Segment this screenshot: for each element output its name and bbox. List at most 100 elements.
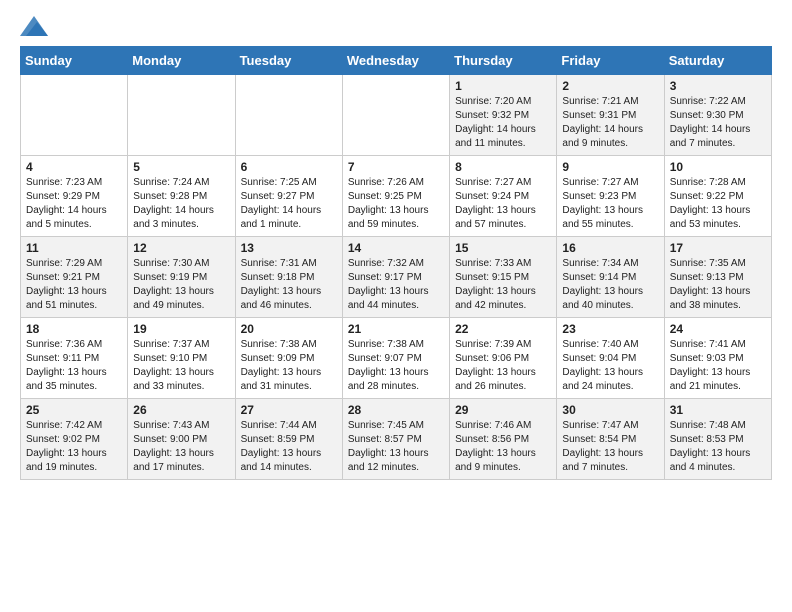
day-number: 16 bbox=[562, 241, 658, 255]
day-info: Sunrise: 7:27 AM Sunset: 9:24 PM Dayligh… bbox=[455, 176, 551, 232]
day-info: Sunrise: 7:45 AM Sunset: 8:57 PM Dayligh… bbox=[348, 419, 444, 475]
day-number: 13 bbox=[241, 241, 337, 255]
day-info: Sunrise: 7:44 AM Sunset: 8:59 PM Dayligh… bbox=[241, 419, 337, 475]
weekday-header-wednesday: Wednesday bbox=[342, 47, 449, 75]
day-number: 2 bbox=[562, 79, 658, 93]
weekday-header-monday: Monday bbox=[128, 47, 235, 75]
calendar-cell: 17 Sunrise: 7:35 AM Sunset: 9:13 PM Dayli… bbox=[664, 237, 771, 318]
day-info: Sunrise: 7:47 AM Sunset: 8:54 PM Dayligh… bbox=[562, 419, 658, 475]
weekday-header-friday: Friday bbox=[557, 47, 664, 75]
day-info: Sunrise: 7:24 AM Sunset: 9:28 PM Dayligh… bbox=[133, 176, 229, 232]
day-number: 31 bbox=[670, 403, 766, 417]
day-info: Sunrise: 7:46 AM Sunset: 8:56 PM Dayligh… bbox=[455, 419, 551, 475]
calendar-cell: 20 Sunrise: 7:38 AM Sunset: 9:09 PM Dayli… bbox=[235, 318, 342, 399]
day-number: 24 bbox=[670, 322, 766, 336]
calendar-cell: 21 Sunrise: 7:38 AM Sunset: 9:07 PM Dayli… bbox=[342, 318, 449, 399]
day-info: Sunrise: 7:48 AM Sunset: 8:53 PM Dayligh… bbox=[670, 419, 766, 475]
calendar-cell bbox=[235, 75, 342, 156]
day-info: Sunrise: 7:32 AM Sunset: 9:17 PM Dayligh… bbox=[348, 257, 444, 313]
day-info: Sunrise: 7:20 AM Sunset: 9:32 PM Dayligh… bbox=[455, 95, 551, 151]
calendar-cell: 16 Sunrise: 7:34 AM Sunset: 9:14 PM Dayli… bbox=[557, 237, 664, 318]
calendar-cell: 2 Sunrise: 7:21 AM Sunset: 9:31 PM Daylig… bbox=[557, 75, 664, 156]
calendar-cell: 4 Sunrise: 7:23 AM Sunset: 9:29 PM Daylig… bbox=[21, 156, 128, 237]
calendar-cell: 6Sunrise: 7:25 AM Sunset: 9:27 PM Daylig… bbox=[235, 156, 342, 237]
calendar-cell: 29Sunrise: 7:46 AM Sunset: 8:56 PM Dayli… bbox=[450, 399, 557, 480]
day-info: Sunrise: 7:21 AM Sunset: 9:31 PM Dayligh… bbox=[562, 95, 658, 151]
logo bbox=[20, 16, 52, 36]
day-number: 3 bbox=[670, 79, 766, 93]
week-row-3: 11Sunrise: 7:29 AM Sunset: 9:21 PM Dayli… bbox=[21, 237, 772, 318]
day-number: 28 bbox=[348, 403, 444, 417]
calendar-cell: 15Sunrise: 7:33 AM Sunset: 9:15 PM Dayli… bbox=[450, 237, 557, 318]
weekday-header-tuesday: Tuesday bbox=[235, 47, 342, 75]
day-info: Sunrise: 7:43 AM Sunset: 9:00 PM Dayligh… bbox=[133, 419, 229, 475]
day-info: Sunrise: 7:34 AM Sunset: 9:14 PM Dayligh… bbox=[562, 257, 658, 313]
calendar-cell: 8 Sunrise: 7:27 AM Sunset: 9:24 PM Daylig… bbox=[450, 156, 557, 237]
day-number: 23 bbox=[562, 322, 658, 336]
day-number: 19 bbox=[133, 322, 229, 336]
day-number: 30 bbox=[562, 403, 658, 417]
day-number: 20 bbox=[241, 322, 337, 336]
day-number: 5 bbox=[133, 160, 229, 174]
day-number: 1 bbox=[455, 79, 551, 93]
calendar-cell: 22 Sunrise: 7:39 AM Sunset: 9:06 PM Dayli… bbox=[450, 318, 557, 399]
day-info: Sunrise: 7:26 AM Sunset: 9:25 PM Dayligh… bbox=[348, 176, 444, 232]
calendar-cell: 24 Sunrise: 7:41 AM Sunset: 9:03 PM Dayli… bbox=[664, 318, 771, 399]
week-row-2: 4 Sunrise: 7:23 AM Sunset: 9:29 PM Daylig… bbox=[21, 156, 772, 237]
day-info: Sunrise: 7:40 AM Sunset: 9:04 PM Dayligh… bbox=[562, 338, 658, 394]
day-number: 18 bbox=[26, 322, 122, 336]
day-info: Sunrise: 7:37 AM Sunset: 9:10 PM Dayligh… bbox=[133, 338, 229, 394]
week-row-4: 18 Sunrise: 7:36 AM Sunset: 9:11 PM Dayli… bbox=[21, 318, 772, 399]
calendar-cell: 1 Sunrise: 7:20 AM Sunset: 9:32 PM Daylig… bbox=[450, 75, 557, 156]
calendar-cell: 12 Sunrise: 7:30 AM Sunset: 9:19 PM Dayli… bbox=[128, 237, 235, 318]
calendar-cell bbox=[128, 75, 235, 156]
calendar-cell: 23 Sunrise: 7:40 AM Sunset: 9:04 PM Dayli… bbox=[557, 318, 664, 399]
calendar-cell: 5 Sunrise: 7:24 AM Sunset: 9:28 PM Daylig… bbox=[128, 156, 235, 237]
day-number: 27 bbox=[241, 403, 337, 417]
day-info: Sunrise: 7:39 AM Sunset: 9:06 PM Dayligh… bbox=[455, 338, 551, 394]
day-number: 22 bbox=[455, 322, 551, 336]
day-info: Sunrise: 7:27 AM Sunset: 9:23 PM Dayligh… bbox=[562, 176, 658, 232]
day-info: Sunrise: 7:38 AM Sunset: 9:09 PM Dayligh… bbox=[241, 338, 337, 394]
day-number: 17 bbox=[670, 241, 766, 255]
day-number: 21 bbox=[348, 322, 444, 336]
day-number: 7 bbox=[348, 160, 444, 174]
day-info: Sunrise: 7:23 AM Sunset: 9:29 PM Dayligh… bbox=[26, 176, 122, 232]
day-number: 10 bbox=[670, 160, 766, 174]
calendar-cell: 7 Sunrise: 7:26 AM Sunset: 9:25 PM Daylig… bbox=[342, 156, 449, 237]
calendar-cell: 26 Sunrise: 7:43 AM Sunset: 9:00 PM Dayli… bbox=[128, 399, 235, 480]
day-number: 26 bbox=[133, 403, 229, 417]
weekday-header-saturday: Saturday bbox=[664, 47, 771, 75]
day-number: 12 bbox=[133, 241, 229, 255]
day-number: 9 bbox=[562, 160, 658, 174]
calendar-cell: 31 Sunrise: 7:48 AM Sunset: 8:53 PM Dayli… bbox=[664, 399, 771, 480]
day-info: Sunrise: 7:41 AM Sunset: 9:03 PM Dayligh… bbox=[670, 338, 766, 394]
logo-icon bbox=[20, 16, 48, 36]
calendar-cell: 9 Sunrise: 7:27 AM Sunset: 9:23 PM Daylig… bbox=[557, 156, 664, 237]
day-number: 25 bbox=[26, 403, 122, 417]
day-number: 8 bbox=[455, 160, 551, 174]
day-info: Sunrise: 7:22 AM Sunset: 9:30 PM Dayligh… bbox=[670, 95, 766, 151]
weekday-header-sunday: Sunday bbox=[21, 47, 128, 75]
day-info: Sunrise: 7:28 AM Sunset: 9:22 PM Dayligh… bbox=[670, 176, 766, 232]
calendar-cell: 27 Sunrise: 7:44 AM Sunset: 8:59 PM Dayli… bbox=[235, 399, 342, 480]
day-number: 6 bbox=[241, 160, 337, 174]
day-number: 15 bbox=[455, 241, 551, 255]
calendar-cell: 18 Sunrise: 7:36 AM Sunset: 9:11 PM Dayli… bbox=[21, 318, 128, 399]
calendar-cell: 11Sunrise: 7:29 AM Sunset: 9:21 PM Dayli… bbox=[21, 237, 128, 318]
weekday-header-row: SundayMondayTuesdayWednesdayThursdayFrid… bbox=[21, 47, 772, 75]
day-info: Sunrise: 7:29 AM Sunset: 9:21 PM Dayligh… bbox=[26, 257, 122, 313]
calendar-cell: 13Sunrise: 7:31 AM Sunset: 9:18 PM Dayli… bbox=[235, 237, 342, 318]
weekday-header-thursday: Thursday bbox=[450, 47, 557, 75]
week-row-5: 25 Sunrise: 7:42 AM Sunset: 9:02 PM Dayli… bbox=[21, 399, 772, 480]
day-number: 14 bbox=[348, 241, 444, 255]
day-info: Sunrise: 7:30 AM Sunset: 9:19 PM Dayligh… bbox=[133, 257, 229, 313]
day-number: 4 bbox=[26, 160, 122, 174]
day-info: Sunrise: 7:42 AM Sunset: 9:02 PM Dayligh… bbox=[26, 419, 122, 475]
calendar-cell: 10 Sunrise: 7:28 AM Sunset: 9:22 PM Dayli… bbox=[664, 156, 771, 237]
day-info: Sunrise: 7:35 AM Sunset: 9:13 PM Dayligh… bbox=[670, 257, 766, 313]
calendar-cell bbox=[21, 75, 128, 156]
day-info: Sunrise: 7:36 AM Sunset: 9:11 PM Dayligh… bbox=[26, 338, 122, 394]
calendar-cell: 25 Sunrise: 7:42 AM Sunset: 9:02 PM Dayli… bbox=[21, 399, 128, 480]
day-info: Sunrise: 7:38 AM Sunset: 9:07 PM Dayligh… bbox=[348, 338, 444, 394]
